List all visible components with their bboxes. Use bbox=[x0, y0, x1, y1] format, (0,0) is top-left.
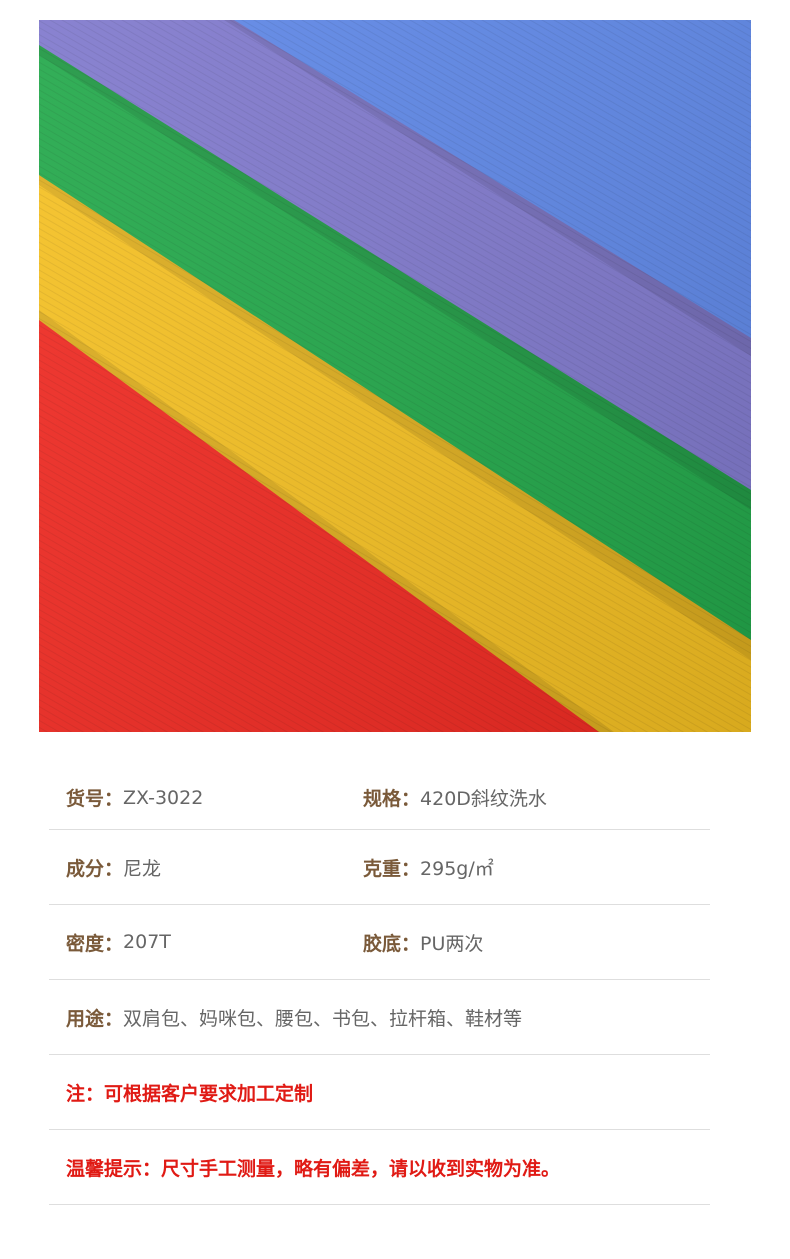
weight-label: 克重： bbox=[363, 857, 421, 880]
usage-label: 用途： bbox=[66, 1007, 124, 1030]
spec-table: 货号： ZX-3022 规格： 420D斜纹洗水 成分： 尼龙 克重： 295g… bbox=[49, 766, 710, 1205]
weight-cell: 克重： 295g/㎡ bbox=[363, 830, 494, 904]
spec-label: 规格： bbox=[363, 788, 421, 810]
custom-note-cell: 注：可根据客户要求加工定制 bbox=[66, 1055, 313, 1129]
spec-row-3: 密度： 207T 胶底： PU两次 bbox=[49, 905, 710, 980]
usage-cell: 用途： 双肩包、妈咪包、腰包、书包、拉杆箱、鞋材等 bbox=[66, 980, 522, 1054]
fabric-swatch-image bbox=[39, 20, 751, 732]
spec-cell: 规格： 420D斜纹洗水 bbox=[363, 766, 547, 829]
spec-row-1: 货号： ZX-3022 规格： 420D斜纹洗水 bbox=[49, 766, 710, 830]
backing-cell: 胶底： PU两次 bbox=[363, 905, 483, 979]
reminder-note: 温馨提示：尺寸手工测量，略有偏差，请以收到实物为准。 bbox=[66, 1157, 561, 1180]
item-no-value: ZX-3022 bbox=[123, 786, 204, 809]
backing-label: 胶底： bbox=[363, 932, 421, 955]
composition-label: 成分： bbox=[66, 857, 124, 880]
fabric-swatch-photo bbox=[39, 20, 751, 732]
custom-note: 注：可根据客户要求加工定制 bbox=[66, 1082, 314, 1105]
usage-value: 双肩包、妈咪包、腰包、书包、拉杆箱、鞋材等 bbox=[123, 1007, 523, 1030]
spec-row-2: 成分： 尼龙 克重： 295g/㎡ bbox=[49, 830, 710, 905]
item-no-label: 货号： bbox=[66, 788, 124, 810]
composition-cell: 成分： 尼龙 bbox=[66, 830, 161, 904]
spec-row-4: 用途： 双肩包、妈咪包、腰包、书包、拉杆箱、鞋材等 bbox=[49, 980, 710, 1055]
density-cell: 密度： 207T bbox=[66, 905, 171, 979]
density-label: 密度： bbox=[66, 932, 124, 955]
composition-value: 尼龙 bbox=[123, 857, 162, 880]
reminder-note-cell: 温馨提示：尺寸手工测量，略有偏差，请以收到实物为准。 bbox=[66, 1130, 560, 1204]
spec-row-5: 注：可根据客户要求加工定制 bbox=[49, 1055, 710, 1130]
backing-value: PU两次 bbox=[420, 932, 484, 955]
item-no-cell: 货号： ZX-3022 bbox=[66, 766, 203, 829]
spec-row-6: 温馨提示：尺寸手工测量，略有偏差，请以收到实物为准。 bbox=[49, 1130, 710, 1205]
spec-value: 420D斜纹洗水 bbox=[420, 788, 547, 810]
weight-value: 295g/㎡ bbox=[420, 857, 494, 880]
density-value: 207T bbox=[123, 931, 171, 953]
